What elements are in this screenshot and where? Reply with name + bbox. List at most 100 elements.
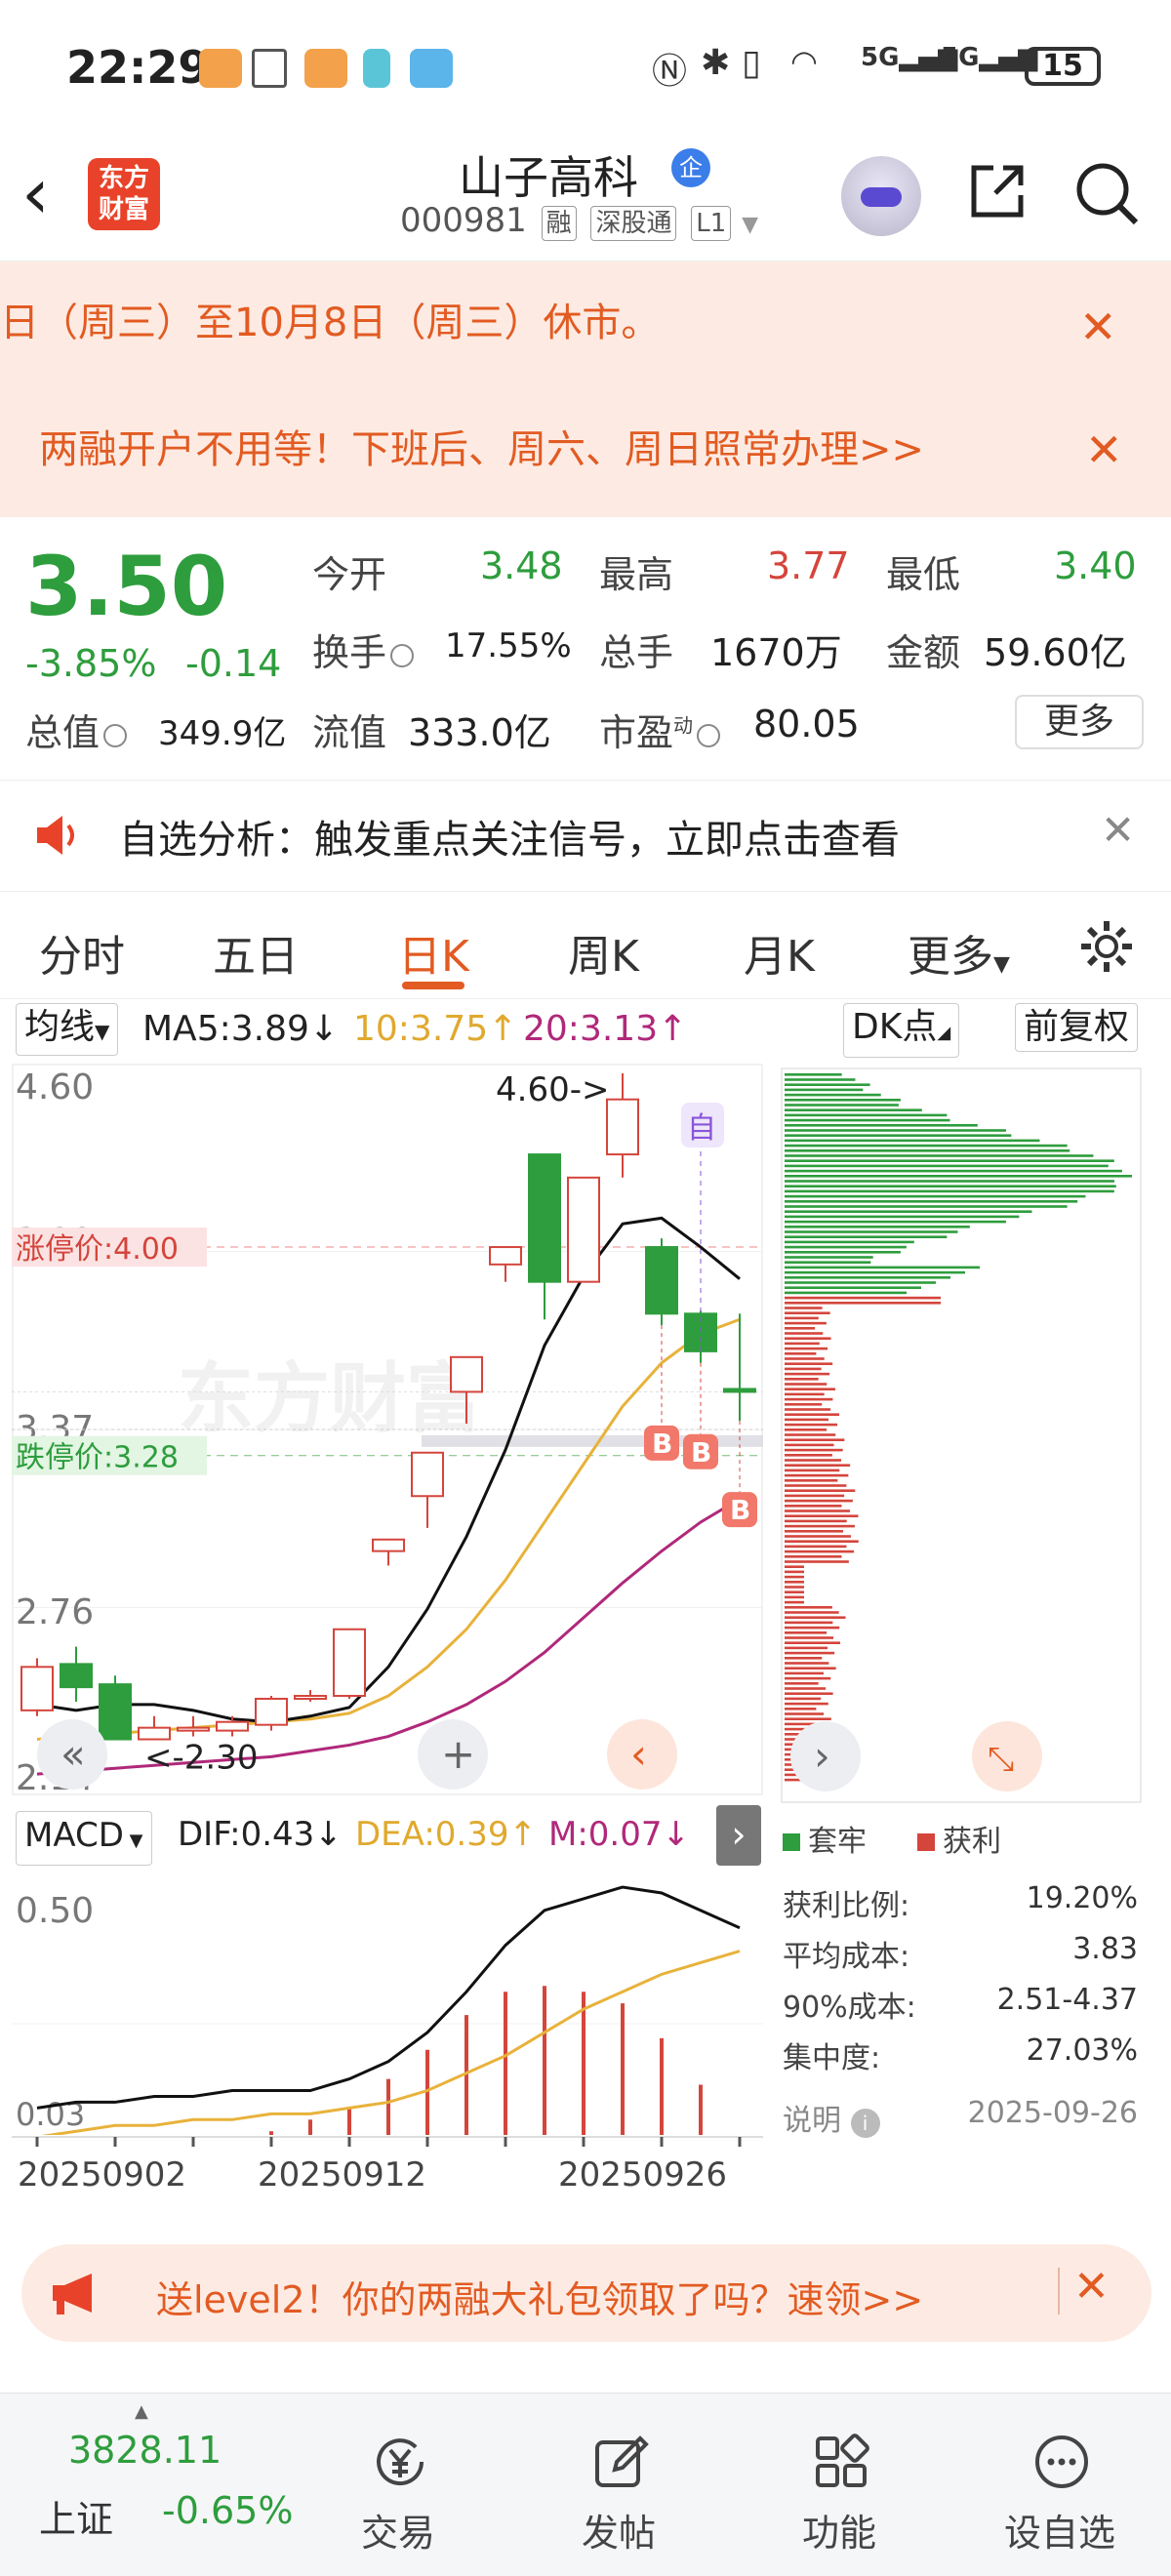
music-notification-icon bbox=[363, 49, 390, 88]
macd-select[interactable]: MACD ▼ bbox=[16, 1811, 152, 1866]
book-notification-icon bbox=[410, 49, 453, 88]
market-closure-notice[interactable]: 日（周三）至10月8日（周三）休市。 bbox=[0, 291, 660, 347]
ai-assistant-icon[interactable] bbox=[841, 156, 921, 236]
chip-bar bbox=[785, 1362, 833, 1365]
chip-bar bbox=[785, 1266, 980, 1269]
chip-bar bbox=[785, 1281, 936, 1284]
caret-down-icon: ▼ bbox=[993, 952, 1010, 977]
close-icon[interactable]: ✕ bbox=[1101, 806, 1135, 854]
chip-bar bbox=[785, 1611, 839, 1614]
chip-bar bbox=[785, 1479, 838, 1482]
adjust-mode-button[interactable]: 前复权 bbox=[1015, 1003, 1139, 1052]
caret-up-icon: ▲ bbox=[135, 2401, 148, 2422]
chip-date: 2025-09-26 bbox=[967, 2096, 1138, 2130]
tab-five-day[interactable]: 五日 bbox=[213, 921, 299, 984]
turnover-label[interactable]: 换手 bbox=[312, 623, 418, 676]
close-icon[interactable]: ✕ bbox=[1079, 301, 1117, 353]
gear-icon[interactable] bbox=[1077, 917, 1136, 976]
chip-bar bbox=[785, 1459, 842, 1462]
candle bbox=[567, 1176, 600, 1283]
logo-text-line1: 东方 bbox=[98, 164, 149, 193]
chip-bar bbox=[785, 1443, 834, 1447]
dk-point-select[interactable]: DK点◢ bbox=[843, 1003, 960, 1058]
pe-label[interactable]: 市盈动 bbox=[599, 703, 724, 756]
index-ticker[interactable]: ▲ 3828.11 上证 -0.65% bbox=[0, 2394, 312, 2576]
chip-note-link[interactable]: 说明 i bbox=[783, 2096, 880, 2139]
caret-down-icon: ▼ bbox=[123, 1831, 143, 1851]
candle-body bbox=[255, 1697, 288, 1726]
nav-add-watchlist[interactable]: 设自选 bbox=[982, 2394, 1138, 2576]
status-time: 22:29 bbox=[66, 41, 210, 94]
apps-grid-icon bbox=[816, 2434, 869, 2487]
margin-promo-link[interactable]: 两融开户不用等！下班后、周六、周日照常办理>> bbox=[39, 418, 924, 474]
chip-bar bbox=[785, 1321, 827, 1325]
chip-bar bbox=[785, 1514, 859, 1517]
more-quote-button[interactable]: 更多 bbox=[1015, 695, 1144, 749]
chip-bar bbox=[785, 1205, 1068, 1208]
current-price: 3.50 bbox=[25, 539, 228, 634]
chip-bar bbox=[785, 1154, 1094, 1157]
chip-bar bbox=[785, 1636, 834, 1639]
macd-label: MACD bbox=[24, 1816, 124, 1855]
chip-bar bbox=[785, 1621, 833, 1625]
indicator-select[interactable]: 均线▼ bbox=[16, 1003, 119, 1056]
limit-up-label: 涨停价:4.00 bbox=[16, 1232, 179, 1267]
candle-body bbox=[606, 1098, 639, 1156]
chip-bar bbox=[785, 1586, 804, 1589]
x-axis-label: 20250902 bbox=[18, 2155, 186, 2194]
nav-post[interactable]: 发帖 bbox=[541, 2394, 697, 2576]
expand-icon: ⤡ bbox=[988, 1740, 1014, 1779]
chip-stat-value: 27.03% bbox=[1026, 2033, 1138, 2068]
promo-ad-bar[interactable]: 送level2！你的两融大礼包领取了吗？速领>> ✕ bbox=[21, 2244, 1151, 2342]
dif-value: DIF:0.43 bbox=[178, 1815, 315, 1854]
chip-bar bbox=[785, 1646, 828, 1650]
dk-label: DK点 bbox=[852, 1007, 938, 1047]
signal-alert-bar[interactable]: 自选分析：触发重点关注信号，立即点击查看 ✕ bbox=[0, 781, 1171, 892]
tab-weekly-k[interactable]: 周K bbox=[568, 921, 639, 984]
search-icon[interactable] bbox=[1073, 160, 1140, 226]
tab-daily-k[interactable]: 日K bbox=[398, 921, 469, 984]
chip-distribution-chart: › ⤡ bbox=[781, 1067, 1142, 1803]
chip-bar bbox=[785, 1575, 804, 1579]
chip-bar bbox=[785, 1134, 1012, 1137]
info-icon bbox=[390, 643, 415, 667]
chevron-right-icon[interactable]: › bbox=[716, 1805, 761, 1866]
chip-bar bbox=[785, 1631, 828, 1634]
back-button[interactable]: ‹ bbox=[21, 158, 50, 228]
close-icon[interactable]: ✕ bbox=[1085, 423, 1123, 476]
self-marker: 自 bbox=[687, 1111, 716, 1146]
close-icon[interactable]: ✕ bbox=[1073, 2262, 1110, 2312]
chip-bar bbox=[785, 1144, 1068, 1147]
chip-bar bbox=[785, 1149, 1070, 1152]
chip-bar bbox=[785, 1397, 833, 1401]
candle bbox=[333, 1628, 366, 1699]
chip-bar bbox=[785, 1509, 851, 1512]
nav-functions[interactable]: 功能 bbox=[761, 2394, 917, 2576]
chip-bar bbox=[785, 1226, 970, 1228]
mktcap-label[interactable]: 总值 bbox=[25, 703, 131, 756]
chip-bar bbox=[785, 1240, 914, 1244]
chip-bar bbox=[785, 1372, 830, 1376]
share-icon[interactable] bbox=[966, 160, 1029, 222]
index-change: -0.65% bbox=[162, 2489, 294, 2532]
candle-body bbox=[20, 1666, 54, 1711]
app-notification-icon bbox=[304, 49, 347, 88]
dea-readout: DEA:0.39↑ bbox=[355, 1815, 537, 1854]
chip-bar bbox=[785, 1367, 822, 1371]
chip-bar bbox=[785, 1185, 1116, 1187]
nav-trade[interactable]: 交易 bbox=[320, 2394, 476, 2576]
chip-bar bbox=[785, 1712, 825, 1715]
kline-chart[interactable]: 东方财富4.603.993.372.762.14涨停价:4.00跌停价:3.28… bbox=[12, 1064, 763, 1805]
chip-bar bbox=[785, 1337, 831, 1340]
app-logo: 东方 财富 bbox=[88, 158, 160, 230]
period-tabs: 分时 五日 日K 周K 月K 更多▼ bbox=[0, 892, 1171, 999]
promo-ad-text: 送level2！你的两融大礼包领取了吗？速领>> bbox=[156, 2278, 924, 2321]
tab-intraday[interactable]: 分时 bbox=[39, 921, 125, 984]
stock-code-row[interactable]: 000981 融 深股通 L1 ▼ bbox=[400, 201, 758, 241]
chip-bar bbox=[785, 1210, 1032, 1213]
tab-more[interactable]: 更多▼ bbox=[908, 921, 1010, 984]
chip-bar bbox=[785, 1078, 856, 1081]
chip-bar bbox=[785, 1473, 849, 1477]
tab-monthly-k[interactable]: 月K bbox=[744, 921, 815, 984]
chip-stat-value: 19.20% bbox=[1026, 1881, 1138, 1915]
